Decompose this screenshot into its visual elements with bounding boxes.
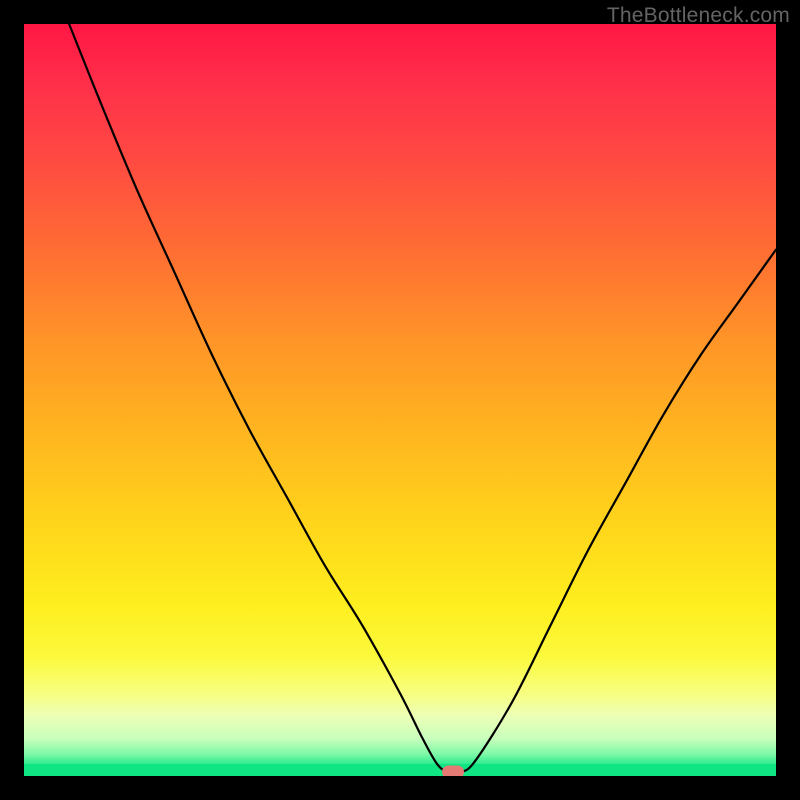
- watermark-text: TheBottleneck.com: [607, 4, 790, 28]
- chart-frame: TheBottleneck.com: [0, 0, 800, 800]
- optimum-marker: [442, 766, 464, 776]
- bottleneck-curve: [24, 24, 776, 776]
- plot-area: [24, 24, 776, 776]
